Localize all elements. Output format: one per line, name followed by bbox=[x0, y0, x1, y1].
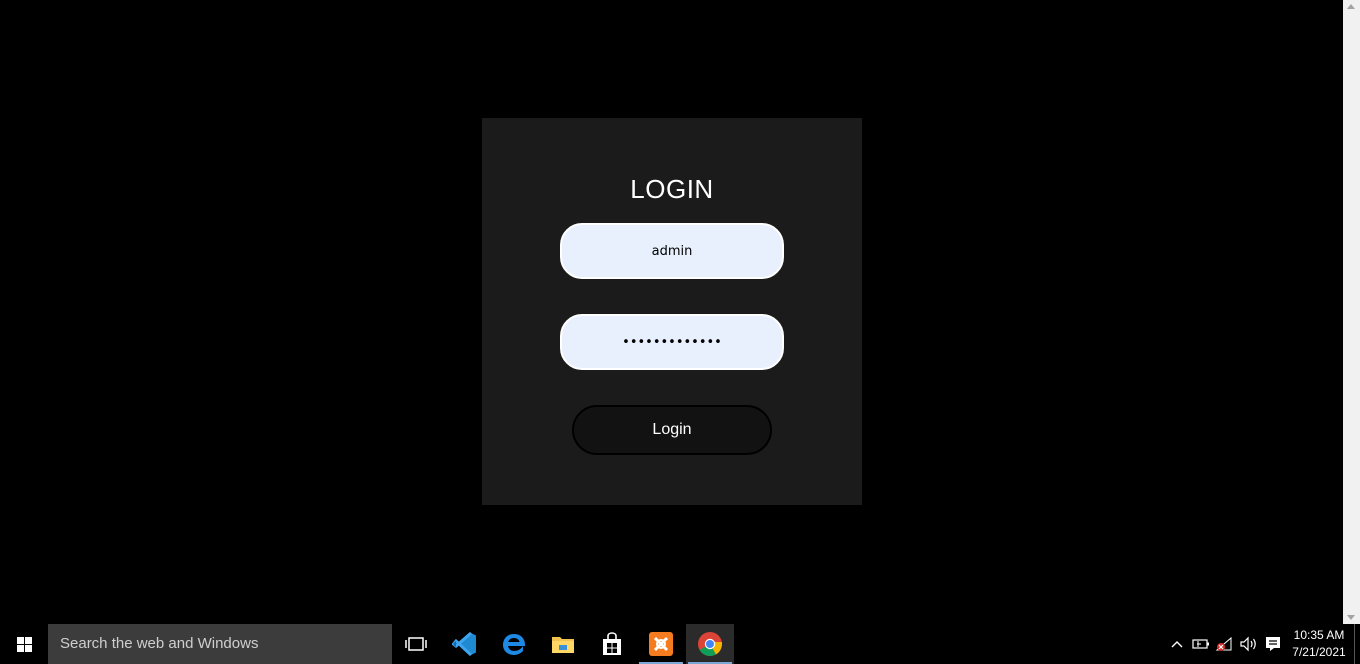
action-center-icon[interactable] bbox=[1263, 624, 1283, 664]
taskbar: Search the web and Windows 10:35 AM 7/21… bbox=[0, 624, 1360, 664]
scroll-up-icon[interactable] bbox=[1347, 4, 1355, 9]
xampp-icon[interactable] bbox=[637, 624, 685, 664]
show-desktop-button[interactable] bbox=[1354, 624, 1360, 664]
clock-date: 7/21/2021 bbox=[1292, 645, 1346, 659]
network-disconnected-icon[interactable] bbox=[1214, 624, 1234, 664]
login-title: LOGIN bbox=[630, 174, 714, 204]
volume-icon[interactable] bbox=[1238, 624, 1260, 664]
windows-logo-icon bbox=[16, 636, 32, 652]
vertical-scrollbar[interactable] bbox=[1343, 0, 1360, 624]
password-field[interactable] bbox=[560, 314, 784, 370]
taskbar-clock[interactable]: 10:35 AM 7/21/2021 bbox=[1288, 627, 1350, 661]
vscode-icon[interactable] bbox=[441, 624, 489, 664]
show-hidden-icons-icon[interactable] bbox=[1168, 624, 1186, 664]
clock-time: 10:35 AM bbox=[1293, 628, 1345, 642]
battery-icon[interactable] bbox=[1191, 624, 1211, 664]
username-field[interactable] bbox=[560, 223, 784, 279]
browser-viewport: LOGIN Login bbox=[0, 0, 1343, 624]
edge-icon[interactable] bbox=[490, 624, 538, 664]
login-button[interactable]: Login bbox=[572, 405, 772, 455]
scroll-down-icon[interactable] bbox=[1347, 615, 1355, 620]
task-view-icon[interactable] bbox=[392, 624, 440, 664]
start-button[interactable] bbox=[0, 624, 48, 664]
taskbar-search-box[interactable]: Search the web and Windows bbox=[48, 624, 392, 664]
file-explorer-icon[interactable] bbox=[539, 624, 587, 664]
chrome-icon[interactable] bbox=[686, 624, 734, 664]
store-icon[interactable] bbox=[588, 624, 636, 664]
